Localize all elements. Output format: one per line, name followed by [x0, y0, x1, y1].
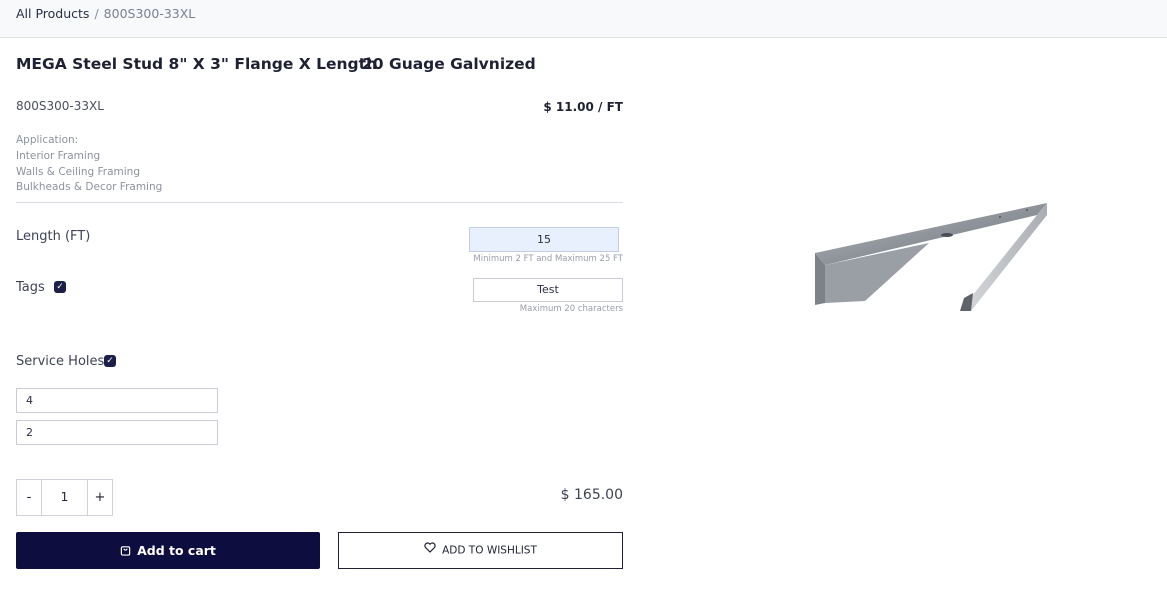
add-to-cart-label: Add to cart — [137, 543, 216, 558]
breadcrumb-bar: All Products / 800S300-33XL — [0, 0, 1167, 38]
tags-checkbox[interactable]: ✓ — [54, 281, 66, 293]
length-input[interactable]: 15 — [469, 227, 619, 252]
breadcrumb-current: 800S300-33XL — [103, 6, 196, 21]
add-to-wishlist-button[interactable]: ADD TO WISHLIST — [338, 532, 623, 569]
application-heading: Application: — [16, 134, 79, 146]
breadcrumb-all-products[interactable]: All Products — [16, 6, 89, 21]
application-item: Interior Framing — [16, 150, 101, 162]
quantity-input[interactable]: 1 — [41, 480, 88, 515]
checkmark-icon: ✓ — [106, 356, 114, 366]
add-to-cart-button[interactable]: Add to cart — [16, 532, 320, 569]
checkmark-icon: ✓ — [56, 282, 64, 292]
breadcrumb-separator: / — [94, 6, 99, 21]
total-price: $ 165.00 — [560, 487, 623, 503]
application-item: Walls & Ceiling Framing — [16, 166, 141, 178]
service-holes-checkbox[interactable]: ✓ — [104, 355, 116, 367]
heart-icon — [424, 533, 436, 568]
product-image — [805, 195, 1055, 320]
product-title: MEGA Steel Stud 8" X 3" Flange X Length — [16, 55, 378, 73]
length-label: Length (FT) — [16, 229, 91, 244]
service-hole-input-1[interactable]: 4 — [16, 388, 218, 413]
quantity-decrement-button[interactable]: - — [17, 480, 42, 515]
tags-input[interactable]: Test — [473, 278, 623, 302]
breadcrumb: All Products / 800S300-33XL — [16, 6, 195, 21]
unit-price: $ 11.00 / FT — [543, 100, 623, 114]
bag-icon — [120, 533, 131, 570]
length-hint: Minimum 2 FT and Maximum 25 FT — [473, 254, 623, 264]
service-holes-label: Service Holes — [16, 354, 105, 369]
tags-label: Tags — [16, 280, 45, 295]
section-divider — [16, 202, 623, 203]
quantity-increment-button[interactable]: + — [87, 480, 112, 515]
tags-hint: Maximum 20 characters — [519, 304, 623, 314]
product-subtitle: 20 Guage Galvnized — [362, 55, 536, 73]
quantity-stepper: - 1 + — [16, 479, 113, 516]
application-item: Bulkheads & Decor Framing — [16, 181, 163, 193]
service-hole-input-2[interactable]: 2 — [16, 420, 218, 445]
add-to-wishlist-label: ADD TO WISHLIST — [442, 544, 537, 557]
product-sku: 800S300-33XL — [16, 99, 104, 113]
